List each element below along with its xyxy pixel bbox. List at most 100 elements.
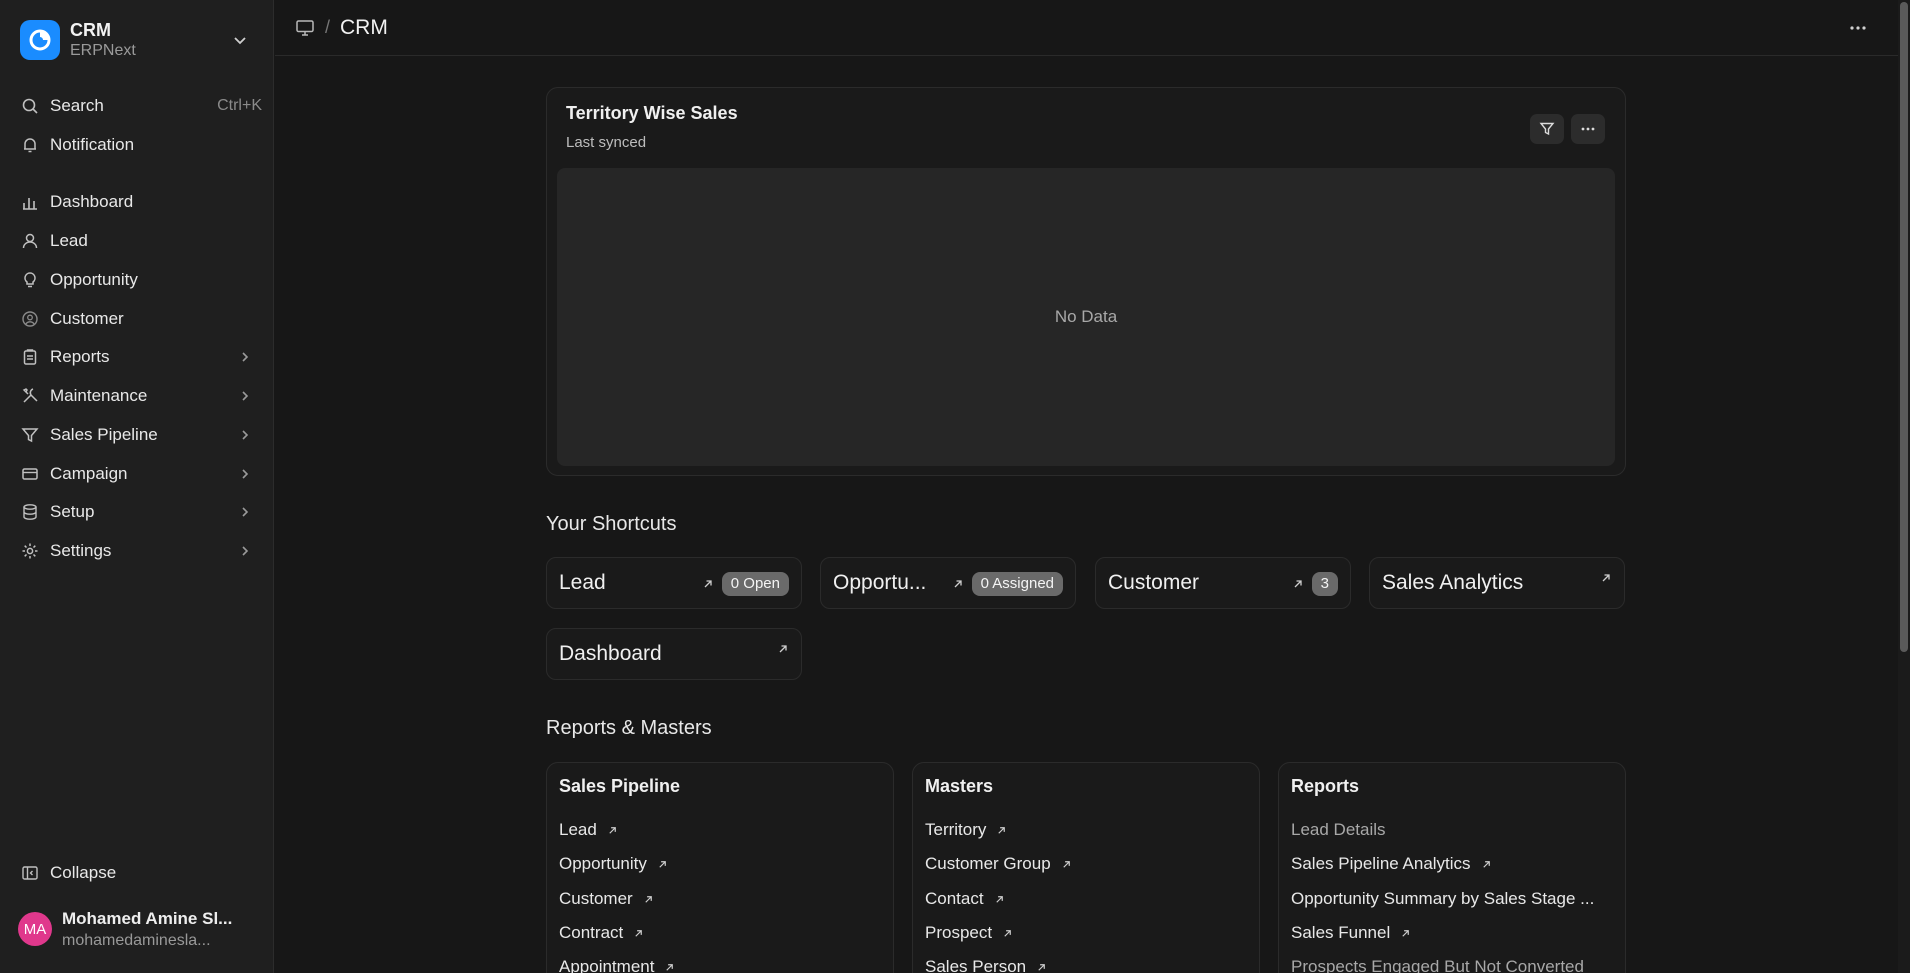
shortcut-label: Lead (559, 571, 606, 594)
arrow-up-right-icon (1002, 928, 1013, 939)
link-label: Territory (925, 820, 987, 839)
user-menu[interactable]: MA Mohamed Amine Sl... mohamedaminesla..… (12, 902, 262, 956)
sidebar-item-label: Lead (50, 231, 88, 250)
collapse-label: Collapse (50, 863, 117, 882)
shortcut-customer[interactable]: Customer 3 (1095, 557, 1351, 609)
link-appointment[interactable]: Appointment (559, 957, 675, 973)
arrow-up-right-icon (702, 578, 714, 590)
page-scrollbar[interactable] (1898, 0, 1910, 973)
link-label: Contract (559, 923, 624, 942)
link-customer[interactable]: Customer (559, 889, 654, 909)
card-reports: Reports Lead Details Sales Pipeline Anal… (1278, 762, 1626, 973)
chevron-right-icon (238, 544, 252, 558)
shortcut-dashboard[interactable]: Dashboard (546, 628, 802, 680)
search-button[interactable]: Search Ctrl+K (12, 89, 262, 123)
link-sales-funnel[interactable]: Sales Funnel (1291, 923, 1411, 943)
arrow-up-right-icon (633, 928, 644, 939)
sidebar-item-customer[interactable]: Customer (12, 302, 262, 336)
link-opportunity[interactable]: Opportunity (559, 854, 668, 874)
sidebar-item-opportunity[interactable]: Opportunity (12, 263, 262, 297)
arrow-up-right-icon (607, 825, 618, 836)
sidebar-item-label: Settings (50, 541, 112, 560)
filter-button[interactable] (1530, 114, 1564, 144)
shortcut-label: Customer (1108, 571, 1200, 594)
chevron-right-icon (238, 505, 252, 519)
app-switcher[interactable]: CRM ERPNext (12, 12, 262, 68)
sidebar-item-label: Reports (50, 347, 110, 366)
shortcut-lead[interactable]: Lead 0 Open (546, 557, 802, 609)
link-contract[interactable]: Contract (559, 923, 644, 943)
sidebar-item-maintenance[interactable]: Maintenance (12, 379, 262, 413)
chevron-right-icon (238, 389, 252, 403)
reports-masters-heading: Reports & Masters (546, 717, 712, 739)
chart-last-synced: Last synced (566, 134, 647, 151)
card-sales-pipeline: Sales Pipeline Lead Opportunity Customer… (546, 762, 894, 973)
app-name: CRM (70, 20, 111, 40)
link-label: Lead Details (1291, 820, 1386, 839)
monitor-icon (295, 19, 315, 37)
scrollbar-thumb[interactable] (1900, 2, 1908, 652)
link-sales-pipeline-analytics[interactable]: Sales Pipeline Analytics (1291, 854, 1492, 874)
sidebar-item-label: Campaign (50, 464, 128, 483)
arrow-up-right-icon (952, 578, 964, 590)
sidebar-item-label: Customer (50, 309, 124, 328)
search-shortcut: Ctrl+K (217, 97, 262, 114)
link-label: Customer Group (925, 854, 1051, 873)
bell-icon (20, 135, 40, 155)
database-icon (20, 502, 40, 522)
sidebar-item-campaign[interactable]: Campaign (12, 457, 262, 491)
sidebar-item-lead[interactable]: Lead (12, 224, 262, 258)
link-lead-details[interactable]: Lead Details (1291, 820, 1386, 840)
territory-sales-chart-card: Territory Wise Sales Last synced No Data (546, 87, 1626, 476)
chevron-right-icon (238, 428, 252, 442)
arrow-up-right-icon (777, 643, 789, 655)
link-label: Appointment (559, 957, 655, 973)
sidebar-item-sales-pipeline[interactable]: Sales Pipeline (12, 418, 262, 452)
card-title: Masters (925, 776, 994, 796)
sidebar-item-settings[interactable]: Settings (12, 534, 262, 568)
more-options-icon (1580, 121, 1596, 137)
link-label: Opportunity (559, 854, 647, 873)
link-label: Contact (925, 889, 984, 908)
top-bar: / CRM (275, 0, 1898, 56)
lightbulb-icon (20, 270, 40, 290)
card-title: Reports (1291, 776, 1360, 796)
notification-button[interactable]: Notification (12, 128, 262, 162)
sidebar-item-label: Maintenance (50, 386, 148, 405)
link-lead[interactable]: Lead (559, 820, 618, 840)
link-label: Sales Pipeline Analytics (1291, 854, 1471, 873)
notification-label: Notification (50, 135, 135, 154)
shortcut-opportunity[interactable]: Opportu... 0 Assigned (820, 557, 1076, 609)
card-title: Sales Pipeline (559, 776, 681, 796)
arrow-up-right-icon (1481, 859, 1492, 870)
page-title[interactable]: CRM (340, 16, 388, 40)
shortcuts-heading: Your Shortcuts (546, 513, 677, 535)
link-prospects-engaged[interactable]: Prospects Engaged But Not Converted (1291, 957, 1584, 973)
filter-icon (20, 425, 40, 445)
shortcut-sales-analytics[interactable]: Sales Analytics (1369, 557, 1625, 609)
arrow-up-right-icon (1061, 859, 1072, 870)
status-badge: 0 Assigned (971, 572, 1063, 596)
link-opportunity-summary[interactable]: Opportunity Summary by Sales Stage ... (1291, 889, 1594, 909)
link-label: Sales Funnel (1291, 923, 1391, 942)
collapse-button[interactable]: Collapse (12, 856, 262, 890)
arrow-up-right-icon (1292, 578, 1304, 590)
link-label: Customer (559, 889, 633, 908)
link-prospect[interactable]: Prospect (925, 923, 1013, 943)
filter-icon (1539, 121, 1555, 137)
link-territory[interactable]: Territory (925, 820, 1007, 840)
chart-options-button[interactable] (1571, 114, 1605, 144)
link-customer-group[interactable]: Customer Group (925, 854, 1072, 874)
chart-title: Territory Wise Sales (566, 103, 738, 123)
arrow-up-right-icon (657, 859, 668, 870)
link-contact[interactable]: Contact (925, 889, 1005, 909)
arrow-up-right-icon (996, 825, 1007, 836)
link-sales-person[interactable]: Sales Person (925, 957, 1047, 973)
sidebar-item-label: Opportunity (50, 270, 138, 289)
status-badge: 0 Open (721, 572, 789, 596)
sidebar-item-setup[interactable]: Setup (12, 495, 262, 529)
sidebar-item-dashboard[interactable]: Dashboard (12, 185, 262, 219)
card-masters: Masters Territory Customer Group Contact… (912, 762, 1260, 973)
more-options-icon[interactable] (1848, 18, 1868, 38)
sidebar-item-reports[interactable]: Reports (12, 340, 262, 374)
